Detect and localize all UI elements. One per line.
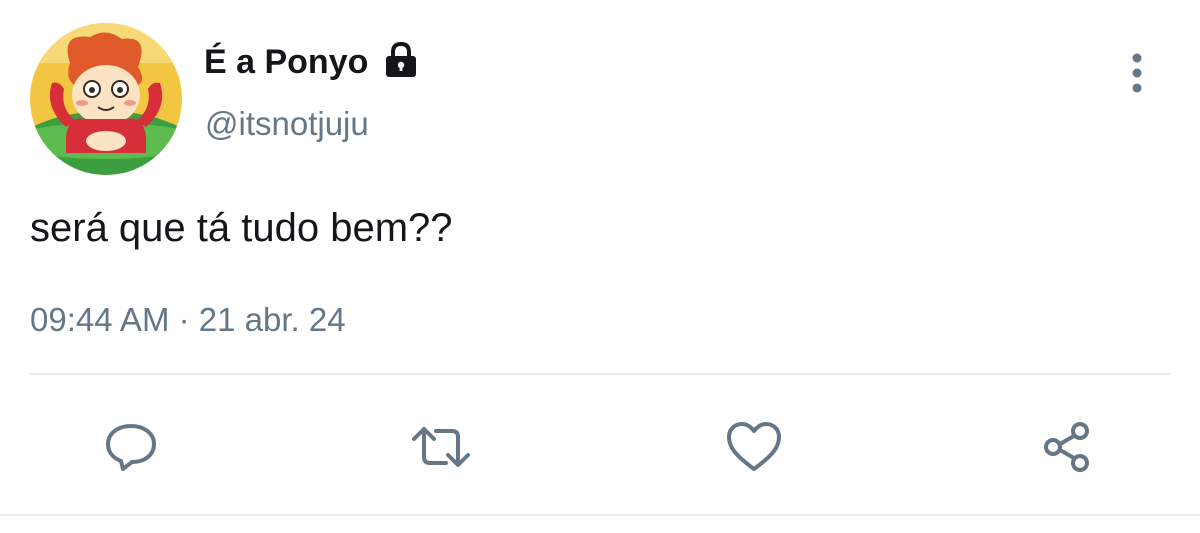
reply-bubble-icon bbox=[103, 419, 159, 475]
more-vertical-icon[interactable] bbox=[1122, 50, 1152, 96]
divider-bottom bbox=[0, 514, 1200, 516]
lock-icon bbox=[382, 41, 420, 79]
share-icon bbox=[1039, 419, 1095, 475]
tweet-timestamp: 09:44 AM · 21 abr. 24 bbox=[30, 296, 346, 344]
divider bbox=[30, 373, 1170, 375]
share-button[interactable] bbox=[1032, 412, 1102, 482]
tweet-text: será que tá tudo bem?? bbox=[30, 206, 453, 250]
retweet-icon bbox=[408, 419, 474, 475]
display-name[interactable]: É a Ponyo bbox=[204, 38, 368, 86]
like-button[interactable] bbox=[719, 412, 789, 482]
tweet-card: É a Ponyo @itsnotjuju será que tá tudo b… bbox=[0, 0, 1200, 533]
avatar[interactable] bbox=[30, 23, 182, 175]
tweet-time: 09:44 AM bbox=[30, 301, 170, 338]
retweet-button[interactable] bbox=[406, 412, 476, 482]
heart-icon bbox=[725, 419, 783, 475]
user-handle[interactable]: @itsnotjuju bbox=[205, 100, 369, 148]
reply-button[interactable] bbox=[96, 412, 166, 482]
meta-separator: · bbox=[169, 301, 199, 338]
tweet-date: 21 abr. 24 bbox=[198, 301, 346, 338]
